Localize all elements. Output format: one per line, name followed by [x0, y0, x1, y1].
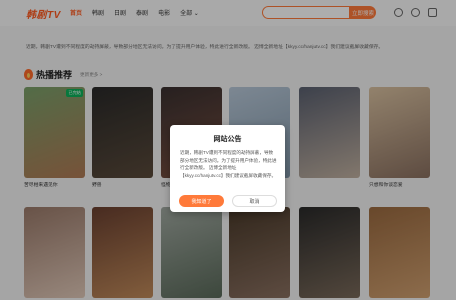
modal-title: 网站公告 — [213, 136, 242, 143]
cancel-button[interactable]: 取消 — [232, 195, 277, 207]
announcement-modal: 网站公告 近期，韩剧TV遭到不同程度的劫持屏蔽，导致部分地区无法访问。为了提升用… — [170, 125, 285, 212]
ok-button[interactable]: 我知道了 — [179, 195, 224, 207]
modal-body: 近期，韩剧TV遭到不同程度的劫持屏蔽，导致部分地区无法访问。为了提升用户体验，特… — [180, 150, 277, 178]
